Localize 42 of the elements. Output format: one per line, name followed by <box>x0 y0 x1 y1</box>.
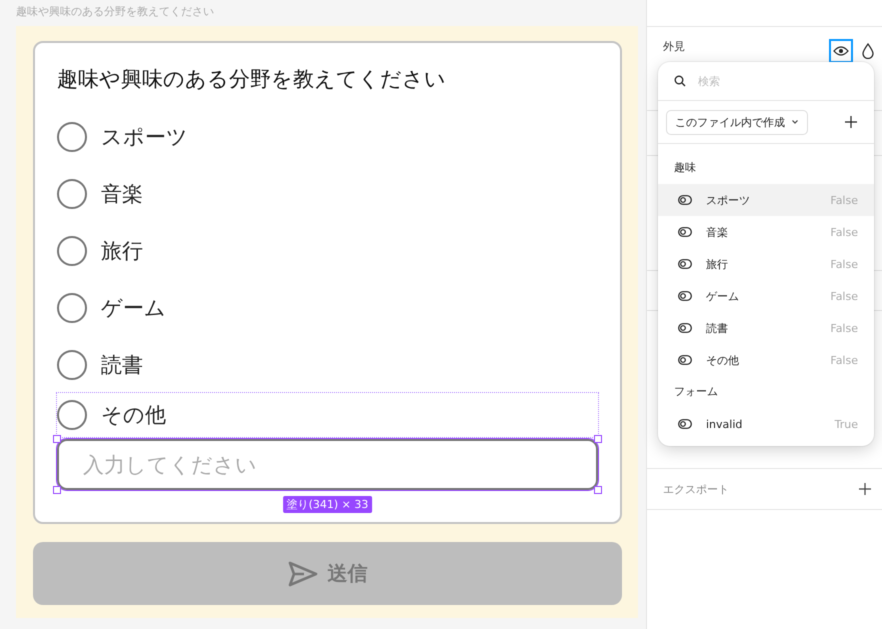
radio-button[interactable] <box>57 400 87 430</box>
variable-item[interactable]: その他 False <box>658 344 874 376</box>
radio-button[interactable] <box>57 350 87 380</box>
toggle-icon <box>678 291 692 301</box>
toggle-icon <box>678 355 692 365</box>
variable-item[interactable]: ゲーム False <box>658 280 874 312</box>
option-label: 読書 <box>101 352 143 378</box>
option-label: スポーツ <box>101 124 188 150</box>
radio-button[interactable] <box>57 292 87 322</box>
section-title: 外見 <box>663 39 685 54</box>
drop-icon[interactable] <box>862 43 874 59</box>
option-label: ゲーム <box>101 294 166 322</box>
size-badge: 塗り(341) × 33 <box>282 496 372 513</box>
radio-button[interactable] <box>57 122 87 152</box>
variable-item[interactable]: 音楽 False <box>658 216 874 248</box>
option-label: その他 <box>101 402 166 429</box>
send-icon <box>288 560 318 586</box>
source-dropdown[interactable]: このファイル内で作成 <box>666 110 808 134</box>
search-icon <box>674 75 686 87</box>
option-label: 音楽 <box>101 180 143 208</box>
variable-item[interactable]: 読書 False <box>658 312 874 344</box>
variable-item[interactable]: スポーツ False <box>658 184 874 216</box>
group-title: 趣味 <box>673 160 697 176</box>
toggle-icon <box>678 419 692 429</box>
frame-label: 趣味や興味のある分野を教えてください <box>16 4 215 20</box>
add-icon[interactable] <box>844 115 858 129</box>
toggle-icon <box>678 323 692 333</box>
variable-item[interactable]: invalid True <box>658 408 874 440</box>
section-title: エクスポート <box>663 482 729 496</box>
toggle-icon <box>678 195 692 205</box>
eye-icon <box>833 45 849 57</box>
option-label: 旅行 <box>101 238 143 264</box>
radio-button[interactable] <box>57 178 87 208</box>
caret-icon <box>791 119 799 125</box>
question-title: 趣味や興味のある分野を教えてください <box>57 66 447 93</box>
toggle-icon <box>678 227 692 237</box>
group-title: フォーム <box>673 384 719 400</box>
add-icon[interactable] <box>858 482 872 496</box>
radio-button[interactable] <box>57 236 87 266</box>
input-field[interactable]: 入力してください <box>57 439 598 490</box>
toggle-icon <box>678 259 692 269</box>
variable-item[interactable]: 旅行 False <box>658 248 874 280</box>
